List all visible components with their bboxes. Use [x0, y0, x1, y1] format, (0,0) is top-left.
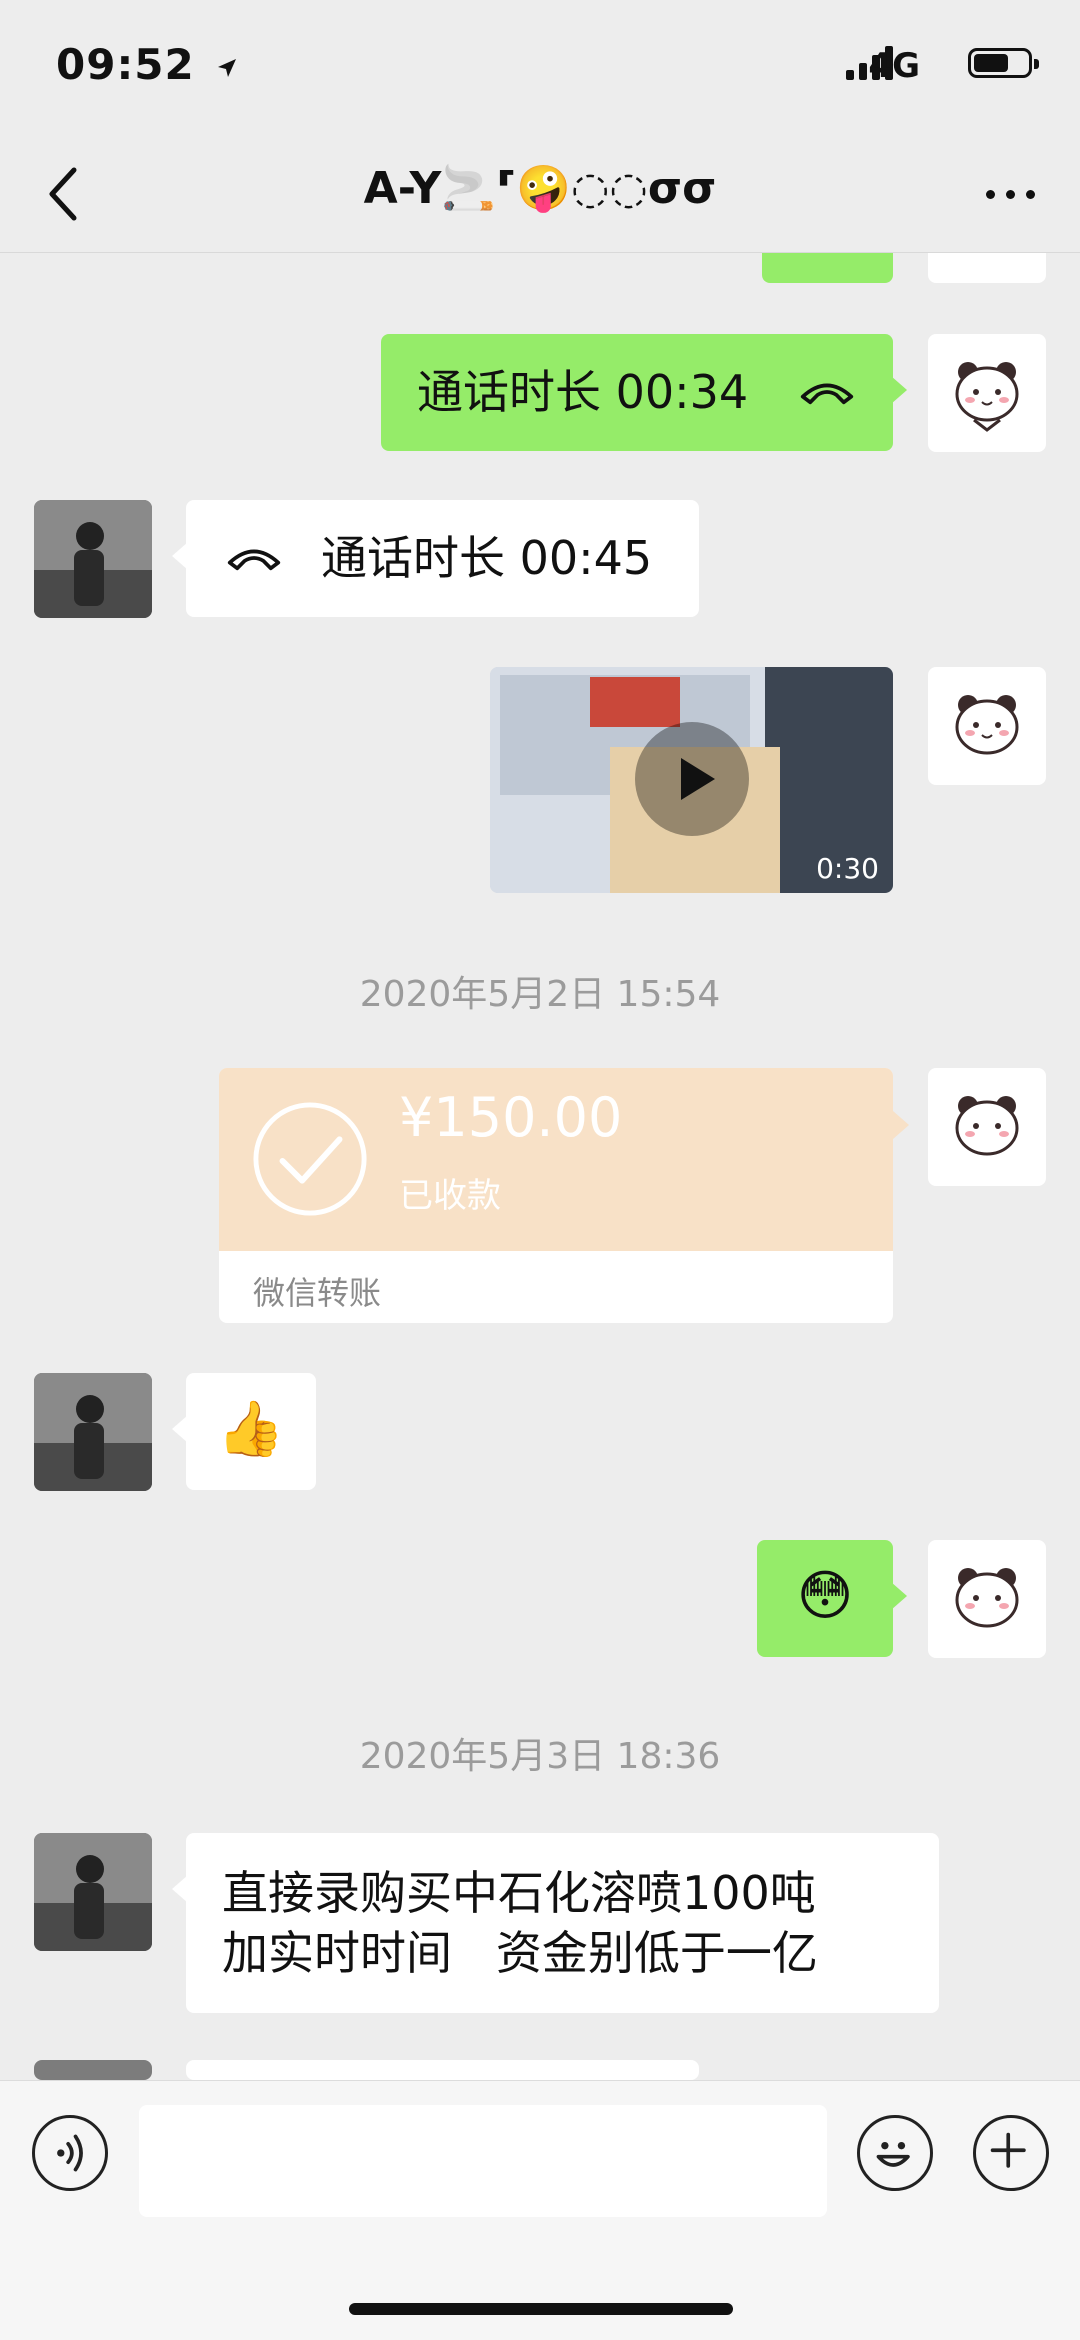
- contact-avatar[interactable]: [34, 500, 152, 618]
- phone-hangup-icon: [227, 549, 281, 571]
- cutoff-message-bubble[interactable]: [762, 253, 893, 283]
- smiley-icon: [876, 2141, 910, 2167]
- transfer-amount: ¥150.00: [399, 1086, 623, 1149]
- voice-icon: [57, 2134, 83, 2172]
- call-duration-bubble-incoming[interactable]: 通话时长 00:45: [172, 500, 699, 617]
- panda-avatar-icon: [955, 1096, 1019, 1156]
- more-functions-button[interactable]: [973, 2115, 1049, 2191]
- contact-avatar[interactable]: [34, 2060, 152, 2080]
- message-line-2: 加实时时间 资金别低于一亿: [222, 1926, 818, 1980]
- transfer-footer: 微信转账: [253, 1274, 382, 1312]
- input-bar: [0, 2080, 1080, 2340]
- emoji-message-outgoing[interactable]: 😳: [757, 1540, 907, 1657]
- call-duration-text: 通话时长 00:34: [417, 365, 749, 419]
- panda-avatar-icon: [955, 362, 1019, 432]
- contact-photo: [34, 1373, 152, 1491]
- voice-input-button[interactable]: [32, 2115, 108, 2191]
- cutoff-message-bubble[interactable]: [186, 2060, 699, 2080]
- emoji-message-incoming[interactable]: 👍: [172, 1373, 316, 1490]
- play-icon: [681, 758, 715, 800]
- video-message[interactable]: 0:30: [490, 667, 893, 893]
- contact-photo: [34, 500, 152, 618]
- more-options-icon[interactable]: [980, 174, 1040, 214]
- video-duration: 0:30: [816, 852, 879, 885]
- my-avatar[interactable]: [928, 253, 1046, 283]
- checkmark-circle-icon: [253, 1102, 367, 1216]
- status-time: 09:52: [56, 40, 238, 89]
- contact-avatar[interactable]: [34, 1373, 152, 1491]
- timestamp: 2020年5月3日 18:36: [359, 1736, 721, 1777]
- message-list[interactable]: 通话时长 00:34 通话时长 00:45 0:30 2020年5月2日 15:…: [0, 253, 1080, 2080]
- my-avatar[interactable]: [928, 1540, 1046, 1658]
- phone-hangup-icon: [800, 383, 854, 405]
- my-avatar[interactable]: [928, 334, 1046, 452]
- text-message-incoming[interactable]: 直接录购买中石化溶喷100吨 加实时时间 资金别低于一亿: [172, 1833, 939, 2013]
- thumbs-up-emoji: 👍: [217, 1397, 285, 1460]
- network-type: 4G: [868, 46, 920, 86]
- emoji-button[interactable]: [857, 2115, 933, 2191]
- location-arrow-icon: [218, 59, 237, 77]
- transfer-status: 已收款: [399, 1176, 501, 1216]
- panda-avatar-icon: [955, 1568, 1019, 1628]
- transfer-tail: [893, 1111, 909, 1139]
- transfer-card-top: ¥150.00 已收款: [219, 1068, 893, 1251]
- battery-icon: [968, 48, 1039, 78]
- play-button[interactable]: [635, 722, 749, 836]
- chat-title: A-Y🚬⸢🤪◌◌σσ: [363, 163, 717, 214]
- timestamp: 2020年5月2日 15:54: [359, 974, 721, 1015]
- transfer-card[interactable]: ¥150.00 已收款 微信转账: [219, 1068, 893, 1323]
- status-bar: 09:52 4G: [0, 0, 1080, 140]
- my-avatar[interactable]: [928, 1068, 1046, 1186]
- call-duration-text: 通话时长 00:45: [321, 531, 653, 585]
- contact-photo: [34, 1833, 152, 1951]
- flushed-emoji: 😳: [796, 1564, 854, 1627]
- chat-header: A-Y🚬⸢🤪◌◌σσ: [0, 140, 1080, 253]
- my-avatar[interactable]: [928, 667, 1046, 785]
- call-duration-bubble-outgoing[interactable]: 通话时长 00:34: [381, 334, 907, 451]
- message-line-1: 直接录购买中石化溶喷100吨: [222, 1866, 816, 1920]
- message-input[interactable]: [139, 2105, 827, 2217]
- contact-avatar[interactable]: [34, 1833, 152, 1951]
- home-indicator: [349, 2303, 733, 2315]
- panda-avatar-icon: [955, 695, 1019, 755]
- plus-icon: [990, 2132, 1026, 2168]
